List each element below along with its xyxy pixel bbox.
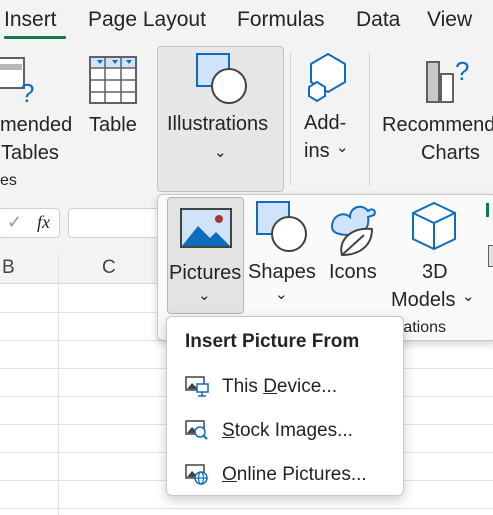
3d-models-icon (411, 201, 457, 251)
menu-item-label: This Device... (222, 376, 338, 397)
ribbon-separator (290, 52, 291, 186)
formula-buttons: ✓ fx (0, 208, 60, 238)
tables-group-label: es (0, 172, 17, 189)
table-icon (89, 56, 137, 104)
pictures-button[interactable]: Pictures ⌄ (167, 197, 244, 314)
svg-text:?: ? (20, 78, 34, 106)
shapes-chevron-down-icon: ⌄ (275, 286, 288, 303)
tab-view[interactable]: View (427, 8, 472, 32)
menu-title: Insert Picture From (185, 331, 360, 352)
menu-item-label: Stock Images... (222, 420, 353, 441)
stock-images-icon (185, 420, 209, 442)
shapes-icon (196, 53, 248, 105)
menu-item-label: Online Pictures... (222, 464, 367, 485)
recommended-charts-label-2[interactable]: Charts (421, 142, 480, 165)
recommended-pivottables-label-2[interactable]: Tables (1, 142, 59, 165)
grid-column-line (58, 254, 59, 515)
insert-function-button[interactable]: fx (37, 212, 50, 233)
active-tab-indicator (4, 36, 66, 39)
recommended-pivottables-label-1[interactable]: mended (0, 114, 72, 137)
addins-icon (303, 52, 353, 102)
insert-picture-menu: Insert Picture From This Device... Stock… (166, 316, 404, 496)
enter-check-icon[interactable]: ✓ (7, 212, 22, 233)
shapes-button-label[interactable]: Shapes (248, 261, 316, 284)
shapes-icon (256, 201, 308, 253)
3d-models-label-2[interactable]: Models (391, 289, 455, 312)
pictures-label: Pictures (169, 262, 242, 284)
recommended-charts-label-1[interactable]: Recommend (382, 114, 493, 137)
addins-chevron-down-icon: ⌄ (336, 139, 349, 156)
3d-models-chevron-down-icon: ⌄ (462, 288, 475, 305)
recommended-charts-icon: ? (425, 52, 475, 104)
table-button-label[interactable]: Table (89, 114, 137, 137)
3d-models-label-1[interactable]: 3D (422, 261, 448, 284)
icons-icon (328, 201, 378, 257)
online-pictures-icon (185, 464, 209, 486)
illustrations-label: Illustrations (167, 113, 269, 135)
pictures-chevron-down-icon: ⌄ (198, 287, 211, 304)
more-icon (486, 203, 493, 217)
menu-item-stock-images[interactable]: Stock Images... (167, 411, 403, 451)
tab-data[interactable]: Data (356, 8, 400, 32)
addins-label-2[interactable]: ins (304, 140, 330, 163)
icons-button-label[interactable]: Icons (329, 261, 377, 284)
picture-icon (180, 208, 232, 248)
svg-text:?: ? (455, 56, 469, 86)
recommended-pivottables-icon: ? (0, 56, 38, 106)
menu-item-this-device[interactable]: This Device... (167, 367, 403, 407)
tab-insert[interactable]: Insert (4, 8, 57, 32)
tab-formulas[interactable]: Formulas (237, 8, 325, 32)
tab-page-layout[interactable]: Page Layout (88, 8, 206, 32)
ribbon-tab-bar: Insert Page Layout Formulas Data View (0, 0, 493, 44)
illustrations-group-label: rations (398, 319, 447, 336)
device-picture-icon (185, 376, 209, 398)
menu-item-online-pictures[interactable]: Online Pictures... (167, 455, 403, 495)
column-header-c[interactable]: C (102, 257, 116, 279)
column-header-b[interactable]: B (2, 257, 15, 279)
screenshot-icon (488, 245, 493, 267)
addins-label-1[interactable]: Add- (304, 112, 346, 135)
illustrations-button[interactable]: Illustrations ⌄ (157, 46, 284, 192)
ribbon-separator (369, 52, 370, 186)
ribbon-insert-panel: ? mended Tables es Table Illustrations ⌄… (0, 44, 493, 196)
grid-row-line (0, 508, 493, 509)
illustrations-chevron-down-icon: ⌄ (214, 144, 227, 161)
